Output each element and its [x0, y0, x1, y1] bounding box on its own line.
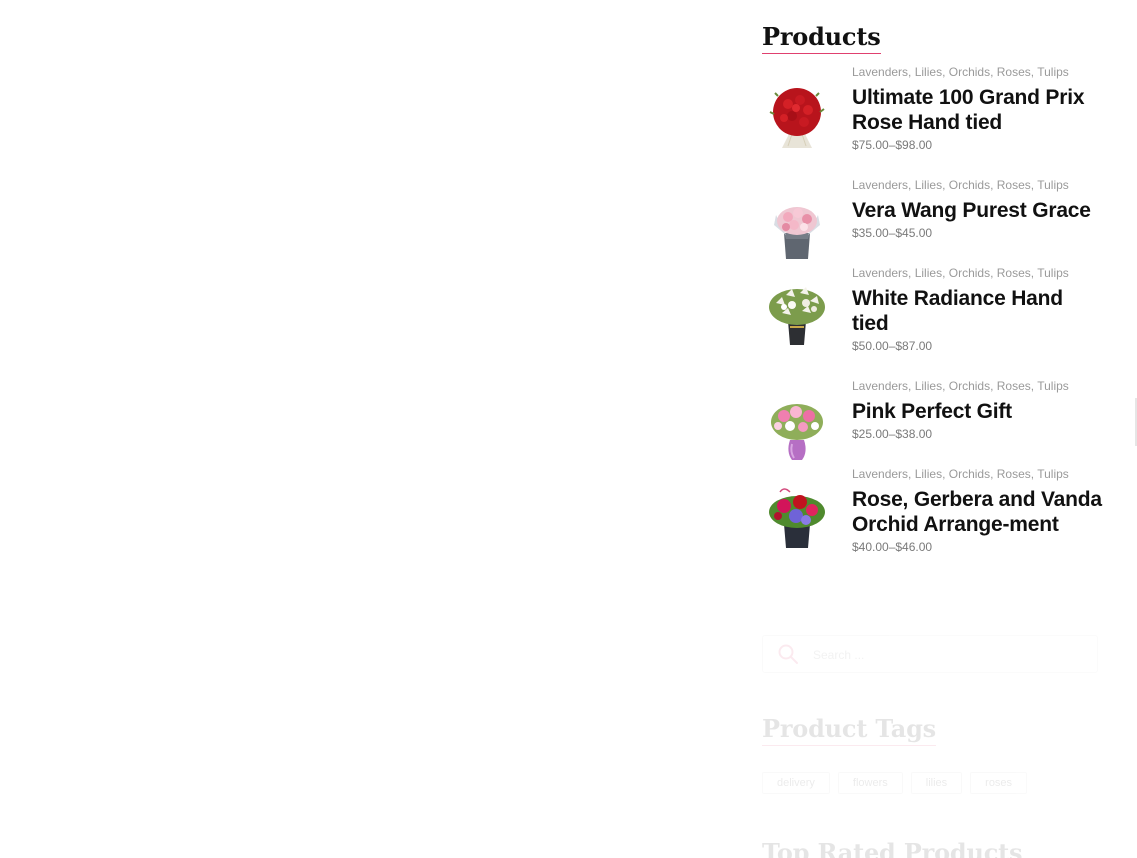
- category-link[interactable]: Lilies: [915, 178, 942, 192]
- product-price: $50.00–$87.00: [852, 339, 933, 353]
- product-categories: Lavenders, Lilies, Orchids, Roses, Tulip…: [852, 379, 1069, 393]
- category-link[interactable]: Roses: [997, 266, 1031, 280]
- category-link[interactable]: Orchids: [949, 379, 990, 393]
- tag-link[interactable]: lilies: [910, 772, 963, 794]
- search-icon[interactable]: [777, 643, 799, 665]
- tag-cloud: delivery flowers lilies roses: [762, 772, 1028, 794]
- product-price: $75.00–$98.00: [852, 138, 933, 152]
- category-link[interactable]: Tulips: [1037, 178, 1069, 192]
- product-categories: Lavenders, Lilies, Orchids, Roses, Tulip…: [852, 266, 1069, 280]
- category-link[interactable]: Roses: [997, 178, 1031, 192]
- product-tags-title: Product Tags: [762, 714, 936, 746]
- products-widget-title: Products: [762, 22, 881, 54]
- category-link[interactable]: Orchids: [949, 467, 990, 481]
- category-link[interactable]: Tulips: [1037, 65, 1069, 79]
- tag-link[interactable]: roses: [970, 772, 1028, 794]
- category-link[interactable]: Orchids: [949, 65, 990, 79]
- category-link[interactable]: Lavenders: [852, 65, 908, 79]
- product-categories: Lavenders, Lilies, Orchids, Roses, Tulip…: [852, 467, 1069, 481]
- product-categories: Lavenders, Lilies, Orchids, Roses, Tulip…: [852, 178, 1069, 192]
- product-price: $25.00–$38.00: [852, 427, 933, 441]
- category-link[interactable]: Lilies: [915, 266, 942, 280]
- search-form: [762, 635, 1098, 673]
- category-link[interactable]: Lilies: [915, 379, 942, 393]
- product-name-link[interactable]: Ultimate 100 Grand Prix Rose Hand tied: [852, 85, 1102, 135]
- product-price: $40.00–$46.00: [852, 540, 933, 554]
- category-link[interactable]: Tulips: [1037, 467, 1069, 481]
- product-categories: Lavenders, Lilies, Orchids, Roses, Tulip…: [852, 65, 1069, 79]
- pink-bouquet-box-icon[interactable]: [762, 195, 832, 265]
- category-link[interactable]: Lilies: [915, 467, 942, 481]
- category-link[interactable]: Roses: [997, 65, 1031, 79]
- category-link[interactable]: Lilies: [915, 65, 942, 79]
- mixed-flower-arrangement-icon[interactable]: [762, 484, 832, 554]
- white-lily-bouquet-icon[interactable]: [762, 281, 832, 351]
- tag-link[interactable]: flowers: [837, 772, 903, 794]
- red-rose-bouquet-icon[interactable]: [762, 82, 832, 152]
- top-rated-products-title: Top Rated Products: [762, 838, 1023, 858]
- category-link[interactable]: Orchids: [949, 178, 990, 192]
- product-name-link[interactable]: Rose, Gerbera and Vanda Orchid Arrange-m…: [852, 487, 1102, 537]
- category-link[interactable]: Roses: [997, 467, 1031, 481]
- category-link[interactable]: Lavenders: [852, 379, 908, 393]
- category-link[interactable]: Roses: [997, 379, 1031, 393]
- category-link[interactable]: Lavenders: [852, 467, 908, 481]
- pink-vase-bouquet-icon[interactable]: [762, 396, 832, 466]
- product-name-link[interactable]: Pink Perfect Gift: [852, 399, 1102, 424]
- category-link[interactable]: Lavenders: [852, 178, 908, 192]
- category-link[interactable]: Orchids: [949, 266, 990, 280]
- category-link[interactable]: Tulips: [1037, 266, 1069, 280]
- tag-link[interactable]: delivery: [762, 772, 830, 794]
- category-link[interactable]: Tulips: [1037, 379, 1069, 393]
- product-price: $35.00–$45.00: [852, 226, 933, 240]
- category-link[interactable]: Lavenders: [852, 266, 908, 280]
- product-name-link[interactable]: White Radiance Hand tied: [852, 286, 1102, 336]
- search-input[interactable]: [811, 642, 1085, 668]
- product-name-link[interactable]: Vera Wang Purest Grace: [852, 198, 1102, 223]
